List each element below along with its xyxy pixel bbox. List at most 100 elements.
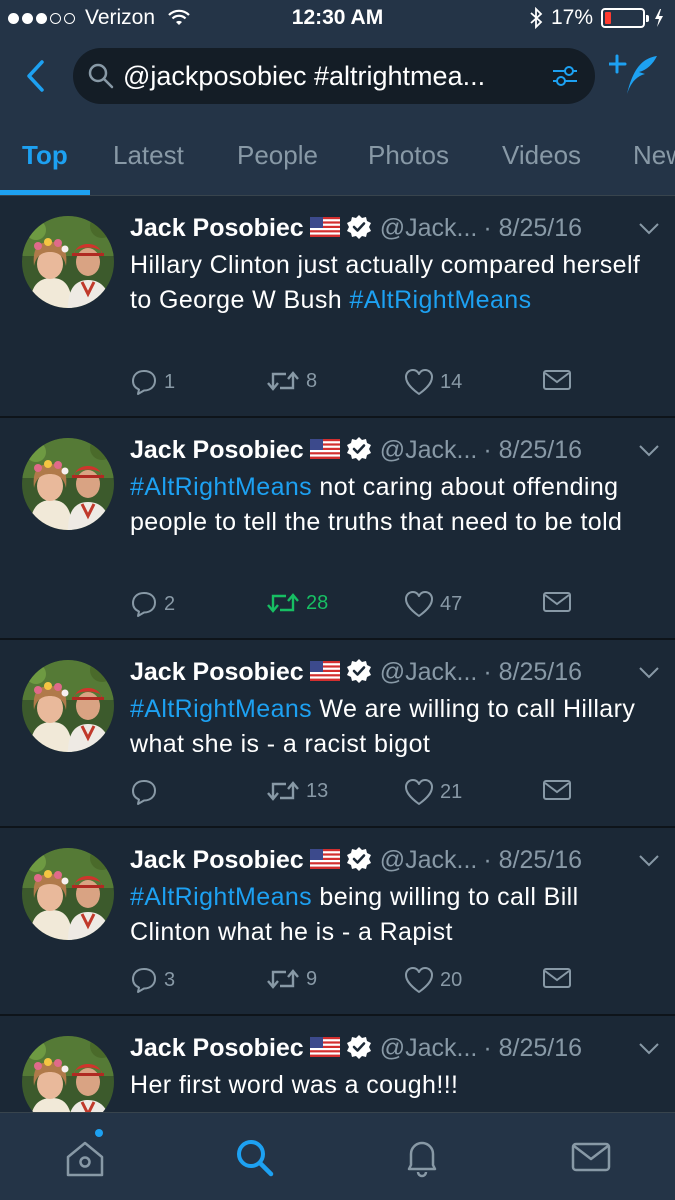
tweet-actions: 13 21 xyxy=(130,778,580,808)
tab-videos[interactable]: Videos xyxy=(502,140,581,171)
search-query: @jackposobiec #altrightmea... xyxy=(123,60,486,91)
verified-badge-icon xyxy=(346,847,371,872)
like-count: 20 xyxy=(440,968,463,991)
author-handle: @Jack... xyxy=(379,846,478,874)
reply-button[interactable]: 3 xyxy=(130,966,175,994)
us-flag-icon xyxy=(309,439,340,460)
us-flag-icon xyxy=(309,661,340,682)
reply-button[interactable]: 1 xyxy=(130,368,175,396)
tab-photos[interactable]: Photos xyxy=(368,140,449,171)
chevron-down-icon[interactable] xyxy=(638,222,660,236)
avatar[interactable] xyxy=(22,660,114,752)
like-count: 14 xyxy=(440,370,463,393)
us-flag-icon xyxy=(309,1037,340,1058)
avatar[interactable] xyxy=(22,216,114,308)
chevron-down-icon[interactable] xyxy=(638,444,660,458)
reply-button[interactable]: 2 xyxy=(130,590,175,618)
like-button[interactable]: 47 xyxy=(404,590,462,618)
compose-tweet-button[interactable] xyxy=(609,52,661,98)
tweet-actions: 2 28 47 xyxy=(130,590,580,620)
tweet-text: Her first word was a cough!!! xyxy=(130,1068,650,1103)
author-handle: @Jack... xyxy=(379,214,478,242)
search-input[interactable]: @jackposobiec #altrightmea... xyxy=(73,48,595,104)
hashtag-link[interactable]: #AltRightMeans xyxy=(130,883,312,911)
chevron-down-icon[interactable] xyxy=(638,666,660,680)
reply-count: 3 xyxy=(164,968,176,991)
active-tab-indicator xyxy=(0,190,90,195)
like-button[interactable]: 21 xyxy=(404,778,462,806)
search-header: @jackposobiec #altrightmea... xyxy=(0,38,675,116)
hashtag-link[interactable]: #AltRightMeans xyxy=(130,695,312,723)
battery-level xyxy=(605,12,611,24)
us-flag-icon xyxy=(309,217,340,238)
heart-icon xyxy=(405,967,433,993)
tab-latest[interactable]: Latest xyxy=(113,140,184,171)
retweet-button[interactable]: 28 xyxy=(266,590,328,616)
retweet-icon xyxy=(267,969,299,989)
tweet-actions: 3 9 20 xyxy=(130,966,580,996)
tweet[interactable]: Jack Posobiec @Jack... · 8/25/16 #AltRigh… xyxy=(0,828,675,1016)
author-name: Jack Posobiec xyxy=(130,436,304,464)
avatar[interactable] xyxy=(22,1036,114,1112)
status-bar: Verizon 12:30 AM 17% xyxy=(0,0,675,38)
retweet-icon xyxy=(267,781,299,801)
like-button[interactable]: 14 xyxy=(404,368,462,396)
share-dm-button[interactable] xyxy=(542,966,572,990)
tab-people[interactable]: People xyxy=(237,140,318,171)
author-handle: @Jack... xyxy=(379,1034,478,1062)
tweet-header: Jack Posobiec @Jack... · 8/25/16 xyxy=(130,846,660,880)
reply-button[interactable] xyxy=(130,778,164,806)
envelope-icon xyxy=(543,780,571,800)
chevron-down-icon[interactable] xyxy=(638,854,660,868)
like-button[interactable]: 20 xyxy=(404,966,462,994)
author-handle: @Jack... xyxy=(379,658,478,686)
retweet-button[interactable]: 8 xyxy=(266,368,317,394)
tweet-text: #AltRightMeans being willing to call Bil… xyxy=(130,880,650,950)
back-button[interactable] xyxy=(20,56,54,96)
hashtag-link[interactable]: #AltRightMeans xyxy=(130,473,312,501)
avatar[interactable] xyxy=(22,848,114,940)
tweet[interactable]: Jack Posobiec @Jack... · 8/25/16 #AltRigh… xyxy=(0,640,675,828)
tab-top[interactable]: Top xyxy=(22,140,68,171)
tweet[interactable]: Jack Posobiec @Jack... · 8/25/16 Hillary … xyxy=(0,196,675,418)
heart-icon xyxy=(405,779,433,805)
tweet[interactable]: Jack Posobiec @Jack... · 8/25/16 #AltRigh… xyxy=(0,418,675,640)
retweet-count: 8 xyxy=(306,369,318,392)
envelope-icon xyxy=(543,592,571,612)
search-icon xyxy=(88,63,114,89)
bluetooth-icon xyxy=(530,7,543,29)
envelope-icon xyxy=(543,968,571,988)
reply-icon xyxy=(132,592,156,617)
like-count: 21 xyxy=(440,780,463,803)
share-dm-button[interactable] xyxy=(542,368,572,392)
bottom-tab-bar xyxy=(0,1112,675,1200)
retweet-button[interactable]: 9 xyxy=(266,966,317,992)
tweet-date: · 8/25/16 xyxy=(483,214,583,242)
tweet-actions: 1 8 14 xyxy=(130,368,580,398)
verified-badge-icon xyxy=(346,437,371,462)
chevron-down-icon[interactable] xyxy=(638,1042,660,1056)
notifications-icon[interactable] xyxy=(400,1135,444,1179)
verified-badge-icon xyxy=(346,215,371,240)
share-dm-button[interactable] xyxy=(542,590,572,614)
messages-icon[interactable] xyxy=(569,1135,613,1179)
share-dm-button[interactable] xyxy=(542,778,572,802)
filter-icon[interactable] xyxy=(549,60,581,92)
retweet-button[interactable]: 13 xyxy=(266,778,328,804)
tweet-feed[interactable]: Jack Posobiec @Jack... · 8/25/16 Hillary … xyxy=(0,196,675,1112)
reply-count: 1 xyxy=(164,370,176,393)
tab-news[interactable]: News xyxy=(633,140,675,171)
battery-percent: 17% xyxy=(550,6,593,29)
home-icon[interactable] xyxy=(63,1135,107,1179)
hashtag-link[interactable]: #AltRightMeans xyxy=(349,286,531,314)
new-content-indicator xyxy=(95,1129,103,1137)
avatar[interactable] xyxy=(22,438,114,530)
search-tabs: Top Latest People Photos Videos News xyxy=(0,116,675,196)
tweet-date: · 8/25/16 xyxy=(483,1034,583,1062)
tweet-text: #AltRightMeans We are willing to call Hi… xyxy=(130,692,650,762)
author-name: Jack Posobiec xyxy=(130,846,304,874)
author-name: Jack Posobiec xyxy=(130,658,304,686)
tweet[interactable]: Jack Posobiec @Jack... · 8/25/16 Her firs… xyxy=(0,1016,675,1112)
search-icon[interactable] xyxy=(232,1135,276,1179)
verified-badge-icon xyxy=(346,659,371,684)
